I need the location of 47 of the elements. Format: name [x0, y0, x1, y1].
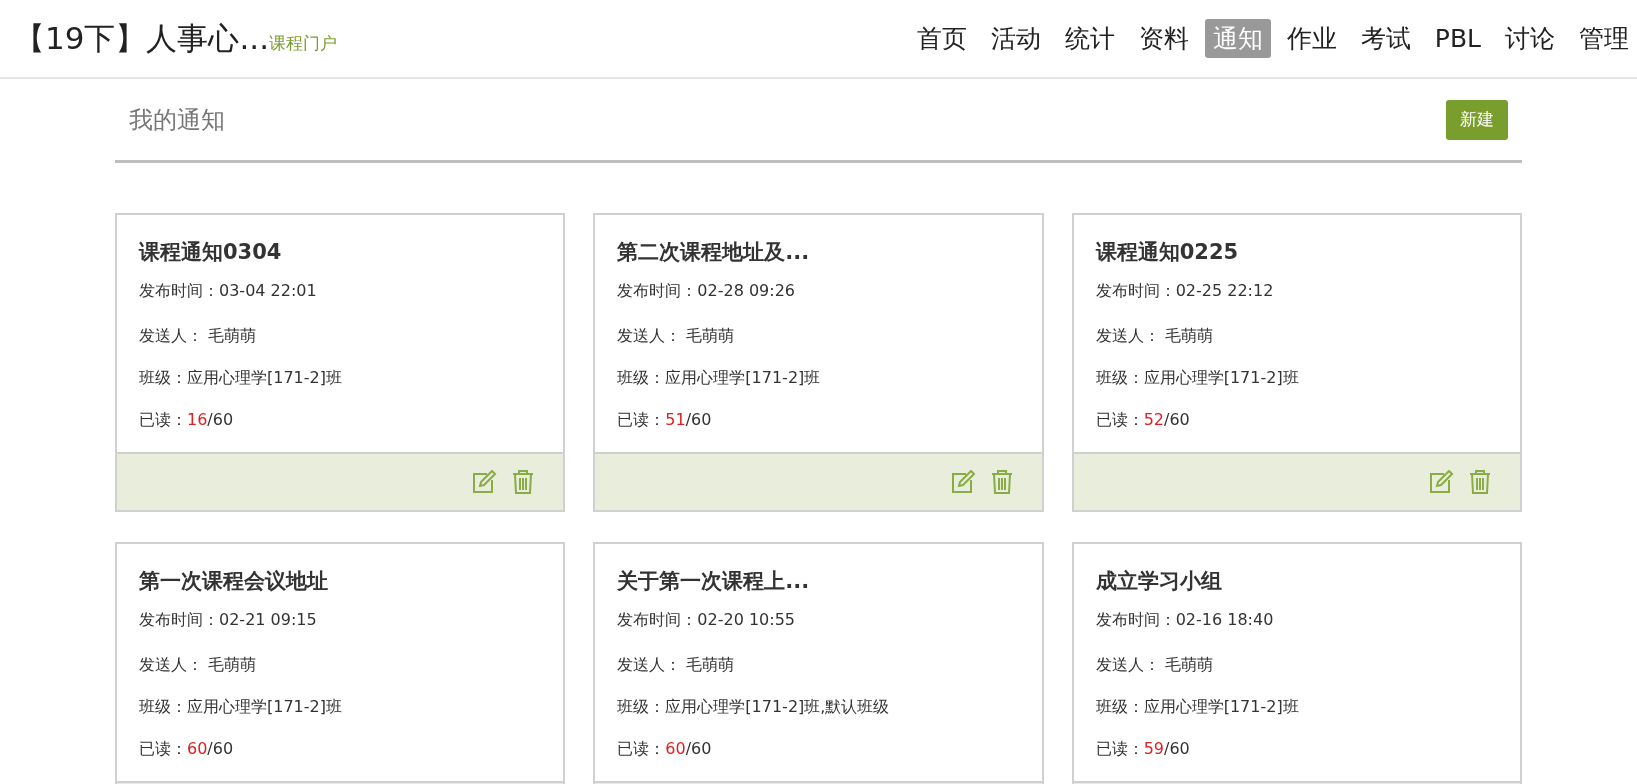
- nav-tab[interactable]: 首页: [908, 18, 975, 59]
- nav-tab[interactable]: 讨论: [1497, 18, 1563, 59]
- read-count: 已读：16/60: [139, 409, 235, 431]
- notice-title[interactable]: 成立学习小组: [1095, 566, 1498, 602]
- nav-tab[interactable]: 管理: [1571, 18, 1637, 59]
- publish-time: 发布时间：02-16 18:40: [1095, 609, 1275, 631]
- publish-time: 发布时间：02-25 22:12: [1095, 280, 1275, 302]
- nav-tab[interactable]: 作业: [1278, 18, 1345, 59]
- sender: 发送人： 毛萌萌: [139, 325, 258, 347]
- class-info: 班级：应用心理学[171-2]班,默认班级: [617, 696, 891, 718]
- read-count: 已读：60/60: [617, 738, 713, 760]
- course-title: 【19下】人事心...: [14, 19, 269, 59]
- sender: 发送人： 毛萌萌: [1095, 325, 1214, 347]
- notice-title[interactable]: 课程通知0225: [1095, 237, 1498, 273]
- read-count: 已读：52/60: [1095, 409, 1191, 431]
- class-info: 班级：应用心理学[171-2]班: [139, 367, 343, 389]
- publish-time: 发布时间：03-04 22:01: [139, 280, 318, 302]
- nav-tab[interactable]: PBL: [1426, 18, 1489, 59]
- nav-tab[interactable]: 活动: [982, 18, 1049, 59]
- publish-time: 发布时间：02-20 10:55: [617, 609, 796, 631]
- class-info: 班级：应用心理学[171-2]班: [1095, 367, 1300, 389]
- notice-title[interactable]: 第二次课程地址及...: [617, 237, 1020, 273]
- notice-title[interactable]: 关于第一次课程上...: [617, 566, 1020, 602]
- class-info: 班级：应用心理学[171-2]班: [617, 367, 822, 389]
- sender: 发送人： 毛萌萌: [139, 654, 258, 676]
- notice-title[interactable]: 第一次课程会议地址: [139, 566, 542, 602]
- edit-icon[interactable]: [471, 470, 498, 494]
- sender: 发送人： 毛萌萌: [1095, 654, 1214, 676]
- class-info: 班级：应用心理学[171-2]班: [139, 696, 343, 718]
- class-info: 班级：应用心理学[171-2]班: [1095, 696, 1300, 718]
- edit-icon[interactable]: [1428, 470, 1454, 494]
- publish-time: 发布时间：02-28 09:26: [617, 280, 796, 302]
- delete-icon[interactable]: [1468, 469, 1492, 495]
- sender: 发送人： 毛萌萌: [617, 325, 736, 347]
- edit-icon[interactable]: [949, 470, 976, 494]
- read-count: 已读：60/60: [139, 738, 235, 760]
- notice-title[interactable]: 课程通知0304: [139, 237, 542, 273]
- delete-icon[interactable]: [989, 469, 1014, 495]
- nav-tab[interactable]: 统计: [1056, 18, 1123, 59]
- section-title: 我的通知: [129, 104, 225, 136]
- nav-tab[interactable]: 资料: [1130, 18, 1197, 59]
- publish-time: 发布时间：02-21 09:15: [139, 609, 318, 631]
- read-count: 已读：51/60: [617, 409, 713, 431]
- read-count: 已读：59/60: [1095, 738, 1191, 760]
- delete-icon[interactable]: [511, 469, 536, 495]
- nav-tab[interactable]: 考试: [1352, 18, 1419, 59]
- sender: 发送人： 毛萌萌: [617, 654, 736, 676]
